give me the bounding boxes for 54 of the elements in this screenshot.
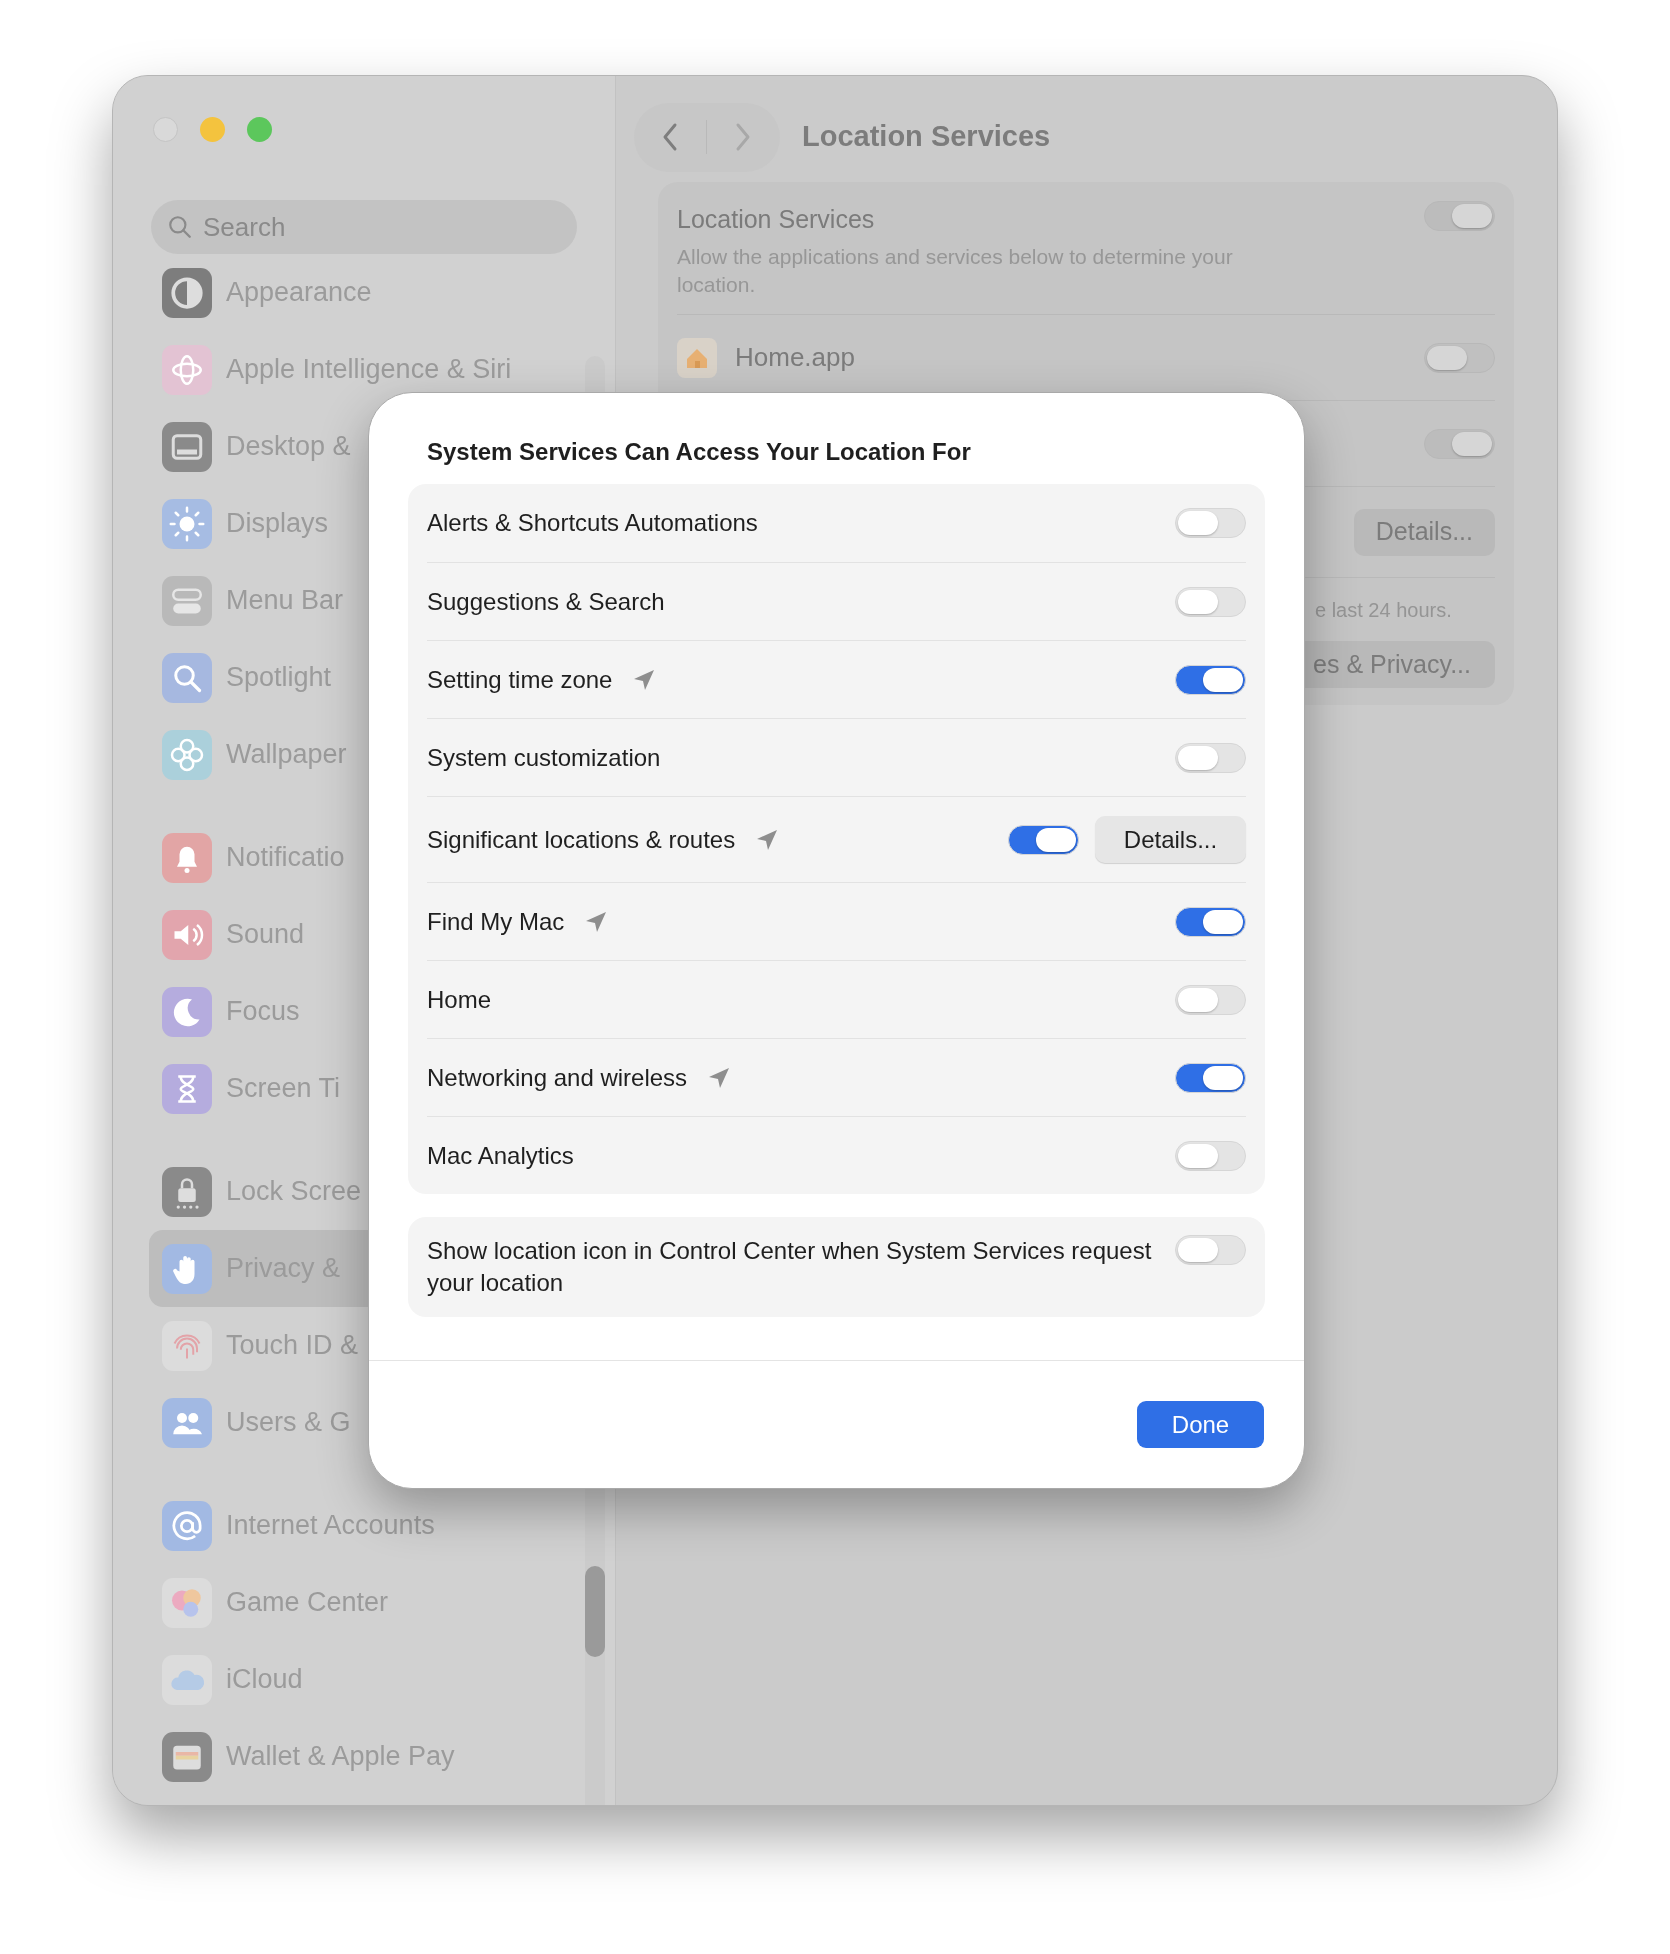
toggle-switch[interactable] (1175, 906, 1246, 937)
service-label: Mac Analytics (427, 1140, 574, 1171)
zoom-button[interactable] (247, 117, 272, 142)
dialog-title: System Services Can Access Your Location For (426, 437, 972, 467)
sun-icon (162, 498, 212, 549)
people-icon (162, 1397, 212, 1448)
magnifier-icon (162, 652, 212, 703)
cloud-icon (162, 1654, 212, 1705)
details-button[interactable]: Details... (1095, 816, 1246, 863)
bell-icon (162, 832, 212, 883)
toggle-switch[interactable] (1175, 664, 1246, 695)
service-label: Setting time zone (427, 664, 613, 695)
toggle-switch[interactable] (1175, 1140, 1246, 1171)
toggle-switch[interactable] (1424, 342, 1495, 373)
service-label: Suggestions & Search (427, 586, 665, 617)
toggle-switch[interactable] (1424, 428, 1495, 459)
window-title: Location Services (802, 119, 1051, 155)
speaker-icon (162, 909, 212, 960)
service-label: Significant locations & routes (427, 824, 736, 855)
toggle-switch[interactable] (1175, 508, 1246, 538)
house-icon (677, 337, 717, 378)
flower-icon (162, 344, 212, 395)
chevron-right-icon (734, 122, 752, 152)
at-sign-icon (162, 1500, 212, 1551)
service-label: Networking and wireless (427, 1062, 688, 1093)
setting-title: Location Services (677, 204, 876, 235)
chevron-left-icon (661, 122, 679, 152)
toggle-switch[interactable] (1008, 824, 1079, 855)
lock-icon (162, 1166, 212, 1217)
service-label: Find My Mac (427, 906, 565, 937)
hourglass-icon (162, 1063, 212, 1114)
window-icon (162, 421, 212, 472)
service-label: Home (427, 984, 492, 1015)
flower-icon (162, 729, 212, 780)
hand-icon (162, 1243, 212, 1294)
done-button[interactable]: Done (1137, 1401, 1264, 1448)
toggle-switch[interactable] (1424, 201, 1495, 231)
bubbles-icon (162, 1577, 212, 1628)
service-label: Alerts & Shortcuts Automations (427, 508, 758, 538)
toggles-icon (162, 575, 212, 626)
toggle-switch[interactable] (1175, 984, 1246, 1015)
details-button[interactable]: Details... (1353, 508, 1495, 556)
app-name: Home.app (735, 341, 855, 374)
search-icon (167, 214, 193, 240)
toggle-switch[interactable] (1175, 1062, 1246, 1093)
fingerprint-icon (162, 1320, 212, 1371)
wallet-icon (162, 1731, 212, 1782)
toggle-switch[interactable] (1175, 1235, 1246, 1265)
search-field[interactable]: Search (151, 200, 577, 254)
service-label: System customization (427, 742, 661, 773)
moon-icon (162, 986, 212, 1037)
toggle-switch[interactable] (1175, 586, 1246, 617)
toggle-switch[interactable] (1175, 742, 1246, 773)
minimize-button[interactable] (200, 117, 225, 142)
